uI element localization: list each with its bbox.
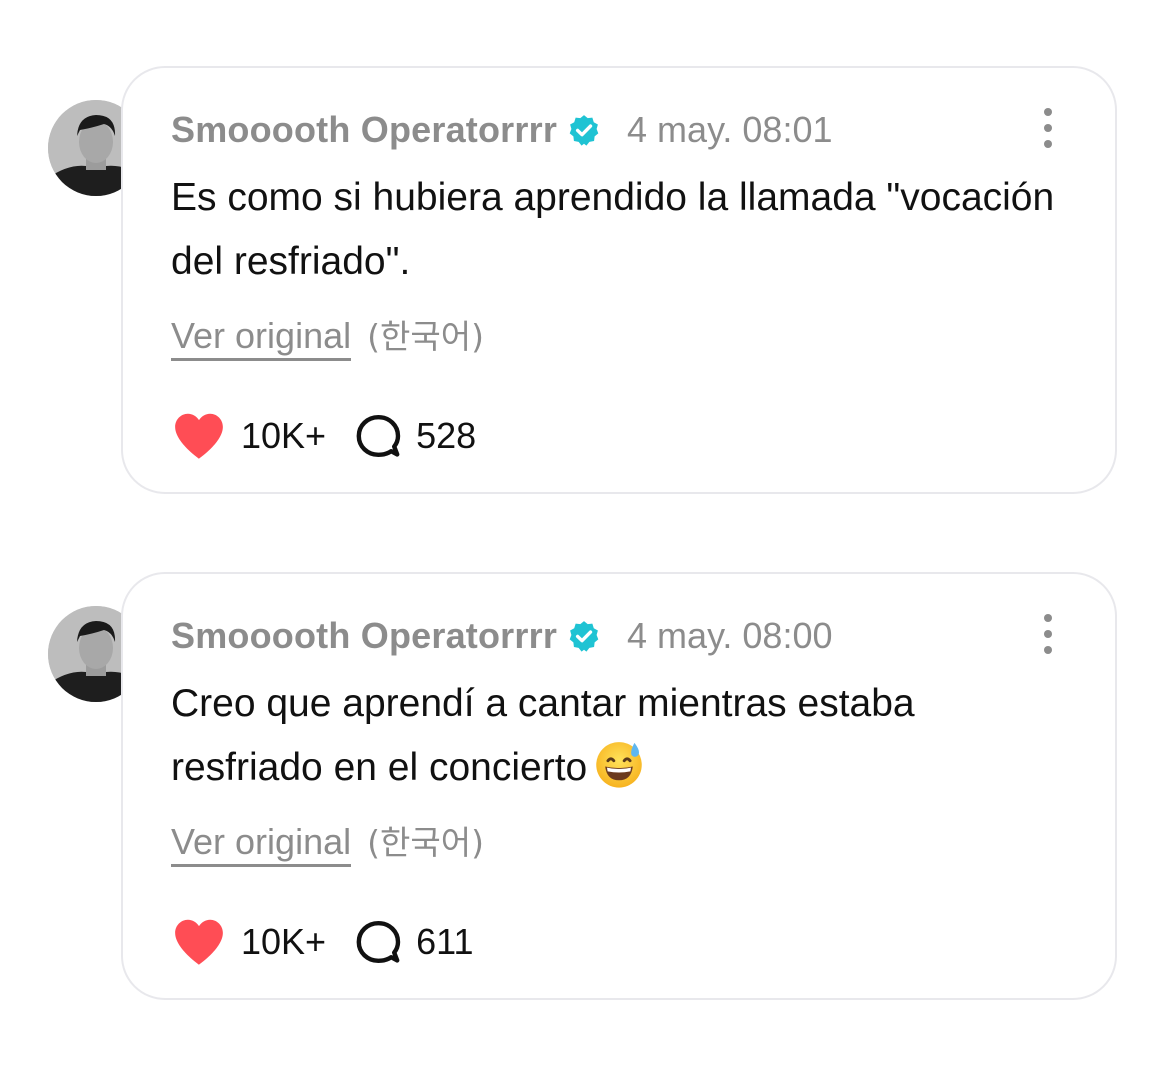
original-language-label: (한국어) — [367, 823, 484, 862]
reply-button[interactable]: 611 — [354, 918, 473, 966]
grinning-face-with-sweat-icon — [596, 742, 642, 788]
post-text-content: Es como si hubiera aprendido la llamada … — [171, 176, 1055, 283]
more-dots-icon — [1044, 108, 1052, 116]
original-language-label: (한국어) — [367, 317, 484, 356]
translation-note: Ver original (한국어) — [171, 816, 484, 867]
post: Smooooth Operatorrrr 4 may. 08:00 Creo q… — [0, 506, 1170, 1000]
post-actions: 10K+ 611 — [171, 914, 473, 970]
like-count: 10K+ — [241, 921, 327, 962]
post-actions: 10K+ 528 — [171, 408, 476, 464]
view-original-link[interactable]: Ver original — [171, 315, 352, 361]
post: Smooooth Operatorrrr 4 may. 08:01 Es com… — [0, 0, 1170, 494]
post-card: Smooooth Operatorrrr 4 may. 08:00 Creo q… — [121, 572, 1117, 1000]
heart-icon — [175, 413, 223, 459]
reply-count: 528 — [416, 415, 477, 456]
reply-count: 611 — [416, 921, 474, 962]
like-button[interactable]: 10K+ — [171, 411, 326, 461]
view-original-link[interactable]: Ver original — [171, 821, 352, 867]
post-text: Es como si hubiera aprendido la llamada … — [171, 166, 1071, 294]
verified-badge-icon — [569, 115, 599, 146]
post-text: Creo que aprendí a cantar mientras estab… — [171, 672, 1071, 800]
like-button[interactable]: 10K+ — [171, 917, 326, 967]
verified-badge-icon — [569, 621, 599, 652]
reply-button[interactable]: 528 — [354, 412, 476, 460]
heart-icon — [175, 919, 223, 965]
post-timestamp: 4 may. 08:00 — [627, 615, 833, 656]
post-timestamp: 4 may. 08:01 — [627, 109, 833, 150]
post-header: Smooooth Operatorrrr 4 may. 08:01 — [171, 108, 832, 152]
more-options-button[interactable] — [1033, 612, 1063, 656]
more-options-button[interactable] — [1033, 106, 1063, 150]
post-card: Smooooth Operatorrrr 4 may. 08:01 Es com… — [121, 66, 1117, 494]
more-dots-icon — [1044, 614, 1052, 622]
post-header: Smooooth Operatorrrr 4 may. 08:00 — [171, 614, 832, 658]
post-text-content: Creo que aprendí a cantar mientras estab… — [171, 682, 915, 789]
speech-bubble-icon — [356, 921, 401, 963]
author-name[interactable]: Smooooth Operatorrrr — [171, 109, 557, 151]
like-count: 10K+ — [241, 415, 327, 456]
author-name[interactable]: Smooooth Operatorrrr — [171, 615, 557, 657]
speech-bubble-icon — [356, 415, 401, 457]
translation-note: Ver original (한국어) — [171, 310, 484, 361]
